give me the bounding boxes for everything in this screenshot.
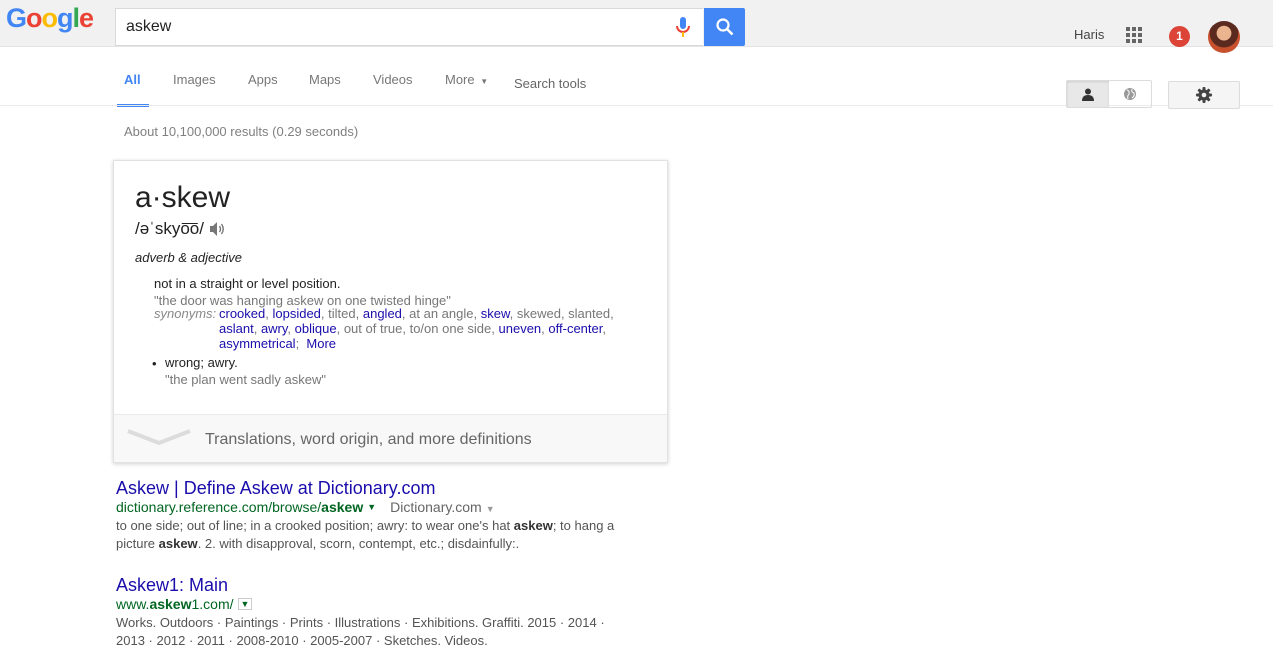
- tab-apps[interactable]: Apps: [248, 72, 278, 87]
- result-snippet: Works. Outdoors · Paintings · Prints · I…: [116, 615, 605, 648]
- snippet-text: to one side; out of line; in a crooked p…: [116, 518, 514, 533]
- part-of-speech: adverb & adjective: [135, 250, 242, 265]
- synonym-link[interactable]: angled: [363, 306, 402, 321]
- synonym-link[interactable]: asymmetrical: [219, 336, 296, 351]
- tab-more[interactable]: More ▼: [445, 72, 488, 87]
- search-icon: [715, 18, 733, 36]
- chevron-down-icon[interactable]: ▼: [486, 504, 495, 514]
- phonetic-text: /əˈskyo͞o/: [135, 219, 204, 238]
- avatar[interactable]: [1208, 21, 1240, 53]
- result-stats: About 10,100,000 results (0.29 seconds): [124, 124, 359, 139]
- example-2: "the plan went sadly askew": [165, 372, 326, 387]
- search-result: Askew | Define Askew at Dictionary.com d…: [116, 478, 626, 553]
- synonym-link[interactable]: awry: [261, 321, 287, 336]
- synonym-link[interactable]: skew: [481, 306, 510, 321]
- dictionary-word: a·skew: [135, 181, 231, 214]
- more-definitions-bar[interactable]: Translations, word origin, and more defi…: [114, 414, 667, 462]
- search-result: Askew1: Main www.askew1.com/ ▼ Works. Ou…: [116, 575, 626, 650]
- search-input[interactable]: [116, 9, 666, 45]
- synonym-link[interactable]: aslant: [219, 321, 254, 336]
- result-title-link[interactable]: Askew | Define Askew at Dictionary.com: [116, 478, 626, 499]
- bullet: •: [152, 356, 157, 371]
- results-view-toggle: [1066, 80, 1152, 108]
- more-definitions-link[interactable]: Translations, word origin, and more defi…: [205, 431, 532, 449]
- apps-grid-icon[interactable]: [1126, 27, 1142, 48]
- snippet-text: . 2. with disapproval, scorn, contempt, …: [197, 536, 520, 551]
- synonym-text: at an angle: [409, 306, 474, 321]
- tab-more-label: More: [445, 72, 475, 87]
- synonym-link[interactable]: crooked: [219, 306, 265, 321]
- definition-2: wrong; awry.: [165, 355, 238, 370]
- synonym-text: out of true, to/on one side: [343, 321, 492, 336]
- chevron-down-icon[interactable]: ▼: [367, 502, 376, 512]
- result-source-text: Dictionary.com: [390, 499, 482, 515]
- result-url-bold: askew: [321, 499, 364, 515]
- tab-images[interactable]: Images: [173, 72, 216, 87]
- person-icon: [1082, 88, 1094, 101]
- result-url-text: 1.com/: [191, 596, 234, 612]
- synonyms-more-link[interactable]: More: [306, 336, 336, 351]
- result-url: www.askew1.com/ ▼: [116, 596, 626, 612]
- top-header: Google Haris 1: [0, 0, 1273, 53]
- snippet-bold: askew: [513, 518, 553, 533]
- dictionary-card: a·skew /əˈskyo͞o/ adverb & adjective not…: [113, 160, 668, 463]
- gear-icon: [1196, 87, 1212, 103]
- global-results-button[interactable]: [1109, 81, 1151, 107]
- definition-1: not in a straight or level position.: [154, 276, 341, 291]
- tab-videos[interactable]: Videos: [373, 72, 413, 87]
- synonym-link[interactable]: oblique: [295, 321, 337, 336]
- result-source: Dictionary.com ▼: [390, 499, 494, 515]
- synonym-text: skewed, slanted: [516, 306, 611, 321]
- result-url-text: www.: [116, 596, 150, 612]
- result-url-text: dictionary.reference.com/browse/: [116, 499, 322, 515]
- mic-icon[interactable]: [676, 17, 690, 42]
- notification-badge[interactable]: 1: [1169, 26, 1190, 47]
- chevron-down-icon[interactable]: [126, 427, 192, 447]
- dictionary-phonetic: /əˈskyo͞o/: [135, 219, 226, 239]
- speaker-icon[interactable]: [209, 222, 226, 236]
- synonym-link[interactable]: off-center: [548, 321, 602, 336]
- user-name-link[interactable]: Haris: [1074, 27, 1104, 42]
- synonym-text: tilted: [328, 306, 356, 321]
- chevron-down-icon[interactable]: ▼: [237, 598, 253, 610]
- tab-maps[interactable]: Maps: [309, 72, 341, 87]
- search-button[interactable]: [704, 8, 745, 46]
- settings-button[interactable]: [1168, 81, 1240, 109]
- chevron-down-icon: ▼: [480, 77, 489, 86]
- synonyms-list: crooked, lopsided, tilted, angled, at an…: [219, 306, 614, 351]
- result-url: dictionary.reference.com/browse/askew ▼ …: [116, 499, 626, 515]
- search-box: [115, 8, 703, 46]
- personal-results-button[interactable]: [1067, 81, 1109, 107]
- tab-all[interactable]: All: [124, 72, 141, 87]
- result-snippet: to one side; out of line; in a crooked p…: [116, 517, 626, 553]
- snippet-bold: askew: [158, 536, 198, 551]
- search-tools-button[interactable]: Search tools: [514, 76, 586, 91]
- result-title-link[interactable]: Askew1: Main: [116, 575, 626, 596]
- globe-icon: [1124, 88, 1136, 100]
- synonym-link[interactable]: uneven: [499, 321, 542, 336]
- result-url-bold: askew: [149, 596, 192, 612]
- synonyms-label: synonyms:: [154, 306, 217, 321]
- google-logo[interactable]: Google: [6, 3, 94, 34]
- synonym-link[interactable]: lopsided: [272, 306, 320, 321]
